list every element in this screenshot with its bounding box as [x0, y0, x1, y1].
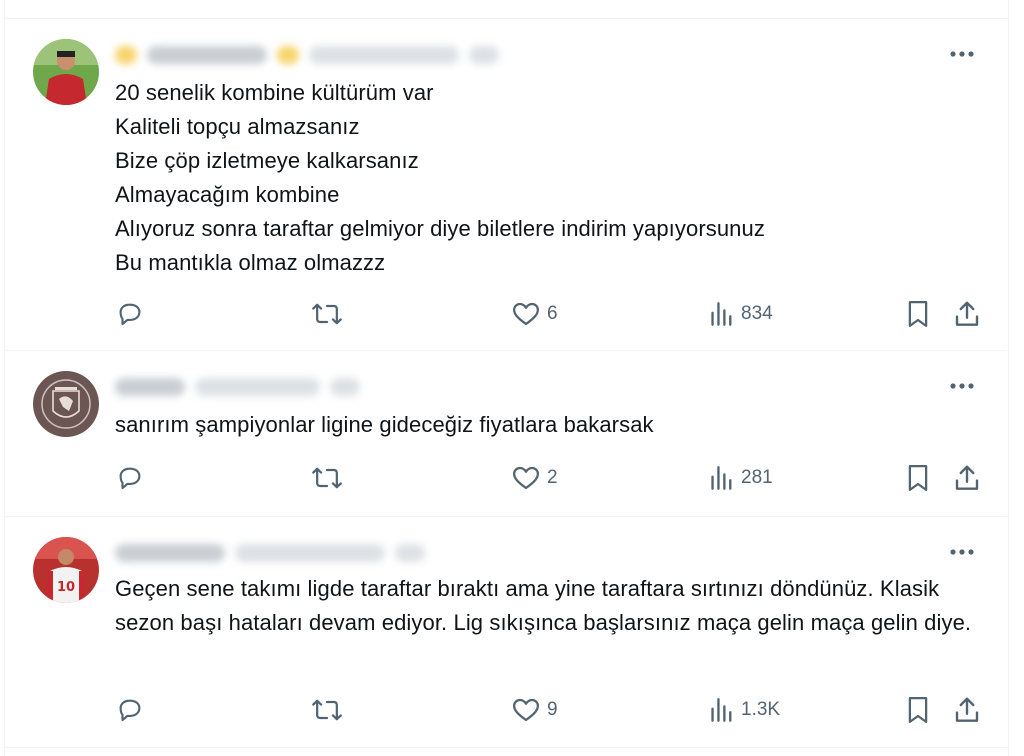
- share-icon: [953, 463, 981, 493]
- tweet[interactable]: 10 Geçen sene takımı ligde taraftar bıra…: [5, 517, 1006, 747]
- retweet-icon: [311, 463, 343, 493]
- more-icon: [949, 382, 975, 390]
- tweet-text: 20 senelik kombine kültürüm var Kaliteli…: [115, 80, 765, 275]
- divider: [4, 747, 1007, 748]
- retweet-button[interactable]: [311, 298, 343, 330]
- like-button[interactable]: 2: [511, 462, 558, 494]
- views-count: 834: [741, 303, 773, 324]
- tweet-actions: 2 281: [115, 462, 985, 494]
- svg-text:10: 10: [57, 580, 75, 595]
- like-count: 2: [547, 467, 558, 488]
- views-button[interactable]: 1.3K: [709, 694, 780, 726]
- heart-icon: [511, 695, 541, 725]
- like-count: 9: [547, 699, 558, 720]
- reply-icon: [115, 299, 145, 329]
- retweet-button[interactable]: [311, 462, 343, 494]
- reply-button[interactable]: [115, 694, 145, 726]
- retweet-icon: [311, 299, 343, 329]
- views-count: 1.3K: [741, 699, 781, 720]
- views-icon: [709, 299, 735, 329]
- share-icon: [953, 299, 981, 329]
- share-button[interactable]: [953, 298, 981, 330]
- reply-button[interactable]: [115, 298, 145, 330]
- bookmark-icon: [905, 463, 931, 493]
- reply-button[interactable]: [115, 462, 145, 494]
- more-icon: [949, 50, 975, 58]
- reply-icon: [115, 463, 145, 493]
- like-count: 6: [547, 303, 558, 324]
- tweet-actions: 9 1.3K: [115, 694, 985, 726]
- views-icon: [709, 695, 735, 725]
- tweet-header-redacted: [115, 373, 360, 401]
- avatar[interactable]: [33, 371, 99, 437]
- bookmark-button[interactable]: [905, 298, 931, 330]
- bookmark-icon: [905, 299, 931, 329]
- tweet-header-redacted: [115, 539, 425, 567]
- more-options-button[interactable]: [948, 40, 976, 68]
- like-button[interactable]: 6: [511, 298, 558, 330]
- tweet-text: Geçen sene takımı ligde taraftar bıraktı…: [115, 576, 972, 635]
- tweet-header-redacted: [115, 41, 499, 69]
- views-count: 281: [741, 467, 773, 488]
- reply-icon: [115, 695, 145, 725]
- share-icon: [953, 695, 981, 725]
- tweet[interactable]: sanırım şampiyonlar ligine gideceğiz fiy…: [5, 351, 1006, 515]
- like-button[interactable]: 9: [511, 694, 558, 726]
- views-icon: [709, 463, 735, 493]
- heart-icon: [511, 299, 541, 329]
- tweet[interactable]: 20 senelik kombine kültürüm var Kaliteli…: [5, 19, 1006, 349]
- retweet-button[interactable]: [311, 694, 343, 726]
- views-button[interactable]: 834: [709, 298, 773, 330]
- share-button[interactable]: [953, 462, 981, 494]
- more-options-button[interactable]: [948, 538, 976, 566]
- views-button[interactable]: 281: [709, 462, 773, 494]
- heart-icon: [511, 463, 541, 493]
- more-options-button[interactable]: [948, 372, 976, 400]
- avatar[interactable]: [33, 39, 99, 105]
- bookmark-icon: [905, 695, 931, 725]
- tweet-actions: 6 834: [115, 298, 985, 330]
- tweet-text: sanırım şampiyonlar ligine gideceğiz fiy…: [115, 412, 654, 437]
- bookmark-button[interactable]: [905, 462, 931, 494]
- retweet-icon: [311, 695, 343, 725]
- bookmark-button[interactable]: [905, 694, 931, 726]
- avatar[interactable]: 10: [33, 537, 99, 603]
- share-button[interactable]: [953, 694, 981, 726]
- more-icon: [949, 548, 975, 556]
